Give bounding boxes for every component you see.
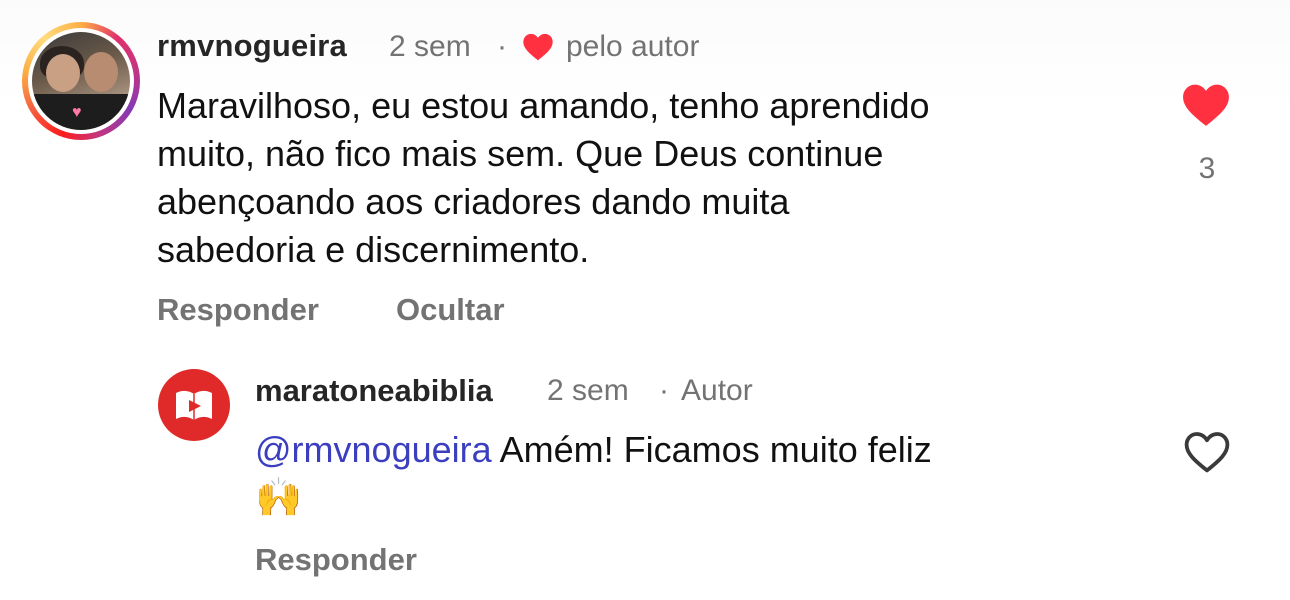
story-ring-avatar[interactable]: ♥	[22, 22, 140, 140]
meta-separator: ·	[497, 30, 507, 63]
reply-text: @rmvnogueira Amém! Ficamos muito feliz 🙌	[255, 426, 1135, 522]
comments-screen: ♥ rmvnogueira 2 sem · pelo autor Maravil…	[0, 0, 1290, 600]
comment-timestamp: 2 sem	[389, 30, 471, 63]
liked-by-author-label: pelo autor	[566, 30, 700, 63]
like-count: 3	[1198, 152, 1216, 185]
hide-button[interactable]: Ocultar	[396, 292, 505, 328]
avatar: ♥	[32, 32, 130, 130]
book-play-logo	[176, 390, 212, 420]
comment-username[interactable]: rmvnogueira	[157, 28, 347, 64]
heart-small-filled-icon	[523, 33, 553, 61]
mention-link[interactable]: @rmvnogueira	[255, 429, 492, 470]
reply-button[interactable]: Responder	[255, 542, 417, 578]
heart-outline-icon[interactable]	[1183, 430, 1231, 474]
author-badge: Autor	[681, 374, 753, 407]
meta-separator: ·	[659, 374, 669, 407]
comment-text: Maravilhoso, eu estou amando, tenho apre…	[157, 85, 930, 270]
reply-body: Amém! Ficamos muito feliz	[491, 429, 932, 470]
reply-button[interactable]: Responder	[157, 292, 319, 328]
reply-username[interactable]: maratoneabiblia	[255, 373, 493, 409]
raising-hands-emoji: 🙌	[255, 477, 303, 519]
heart-filled-icon[interactable]	[1181, 82, 1231, 128]
reply-timestamp: 2 sem	[547, 374, 629, 407]
comment: ♥ rmvnogueira 2 sem · pelo autor Maravil…	[0, 0, 1290, 340]
brand-avatar[interactable]	[158, 369, 230, 441]
